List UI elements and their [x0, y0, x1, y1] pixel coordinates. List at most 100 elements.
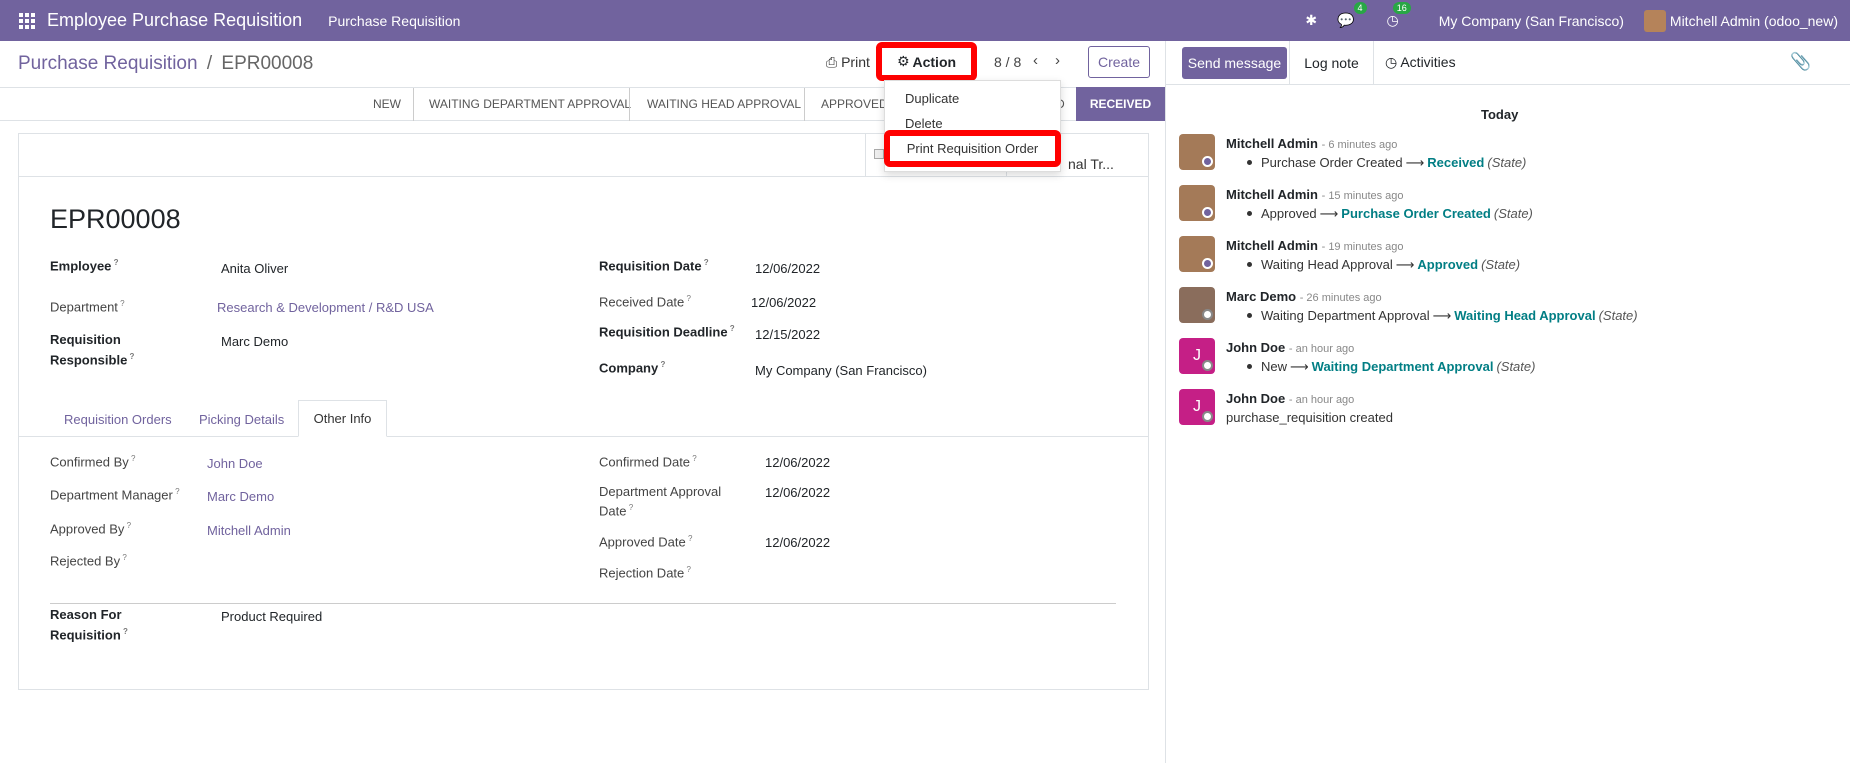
online-status-dot: [1202, 258, 1213, 269]
message-author[interactable]: Mitchell Admin - 19 minutes ago: [1226, 238, 1404, 253]
activities-button[interactable]: ◷ Activities: [1385, 54, 1456, 71]
menu-item-duplicate[interactable]: Duplicate: [905, 91, 959, 106]
message-date: - 15 minutes ago: [1321, 190, 1404, 202]
create-button[interactable]: Create: [1088, 46, 1150, 78]
user-menu[interactable]: Mitchell Admin (odoo_new): [1670, 13, 1838, 29]
section-separator: [50, 603, 1116, 604]
online-status-dot: [1202, 156, 1213, 167]
offline-status-dot: [1202, 309, 1213, 320]
message-author[interactable]: Mitchell Admin - 15 minutes ago: [1226, 187, 1404, 202]
gear-icon: ⚙: [896, 53, 910, 69]
tab-other-info[interactable]: Other Info: [298, 400, 387, 437]
requisition-deadline-field[interactable]: 12/15/2022: [755, 327, 820, 342]
tab-picking-details[interactable]: Picking Details: [199, 412, 284, 427]
print-label: Print: [841, 54, 870, 70]
messages-badge: 4: [1353, 2, 1367, 14]
offline-status-dot: [1202, 411, 1213, 422]
nav-menu-purchase-requisition[interactable]: Purchase Requisition: [328, 13, 460, 29]
approved-by-field[interactable]: Mitchell Admin: [207, 523, 291, 538]
confirmed-by-field[interactable]: John Doe: [207, 456, 263, 471]
action-button[interactable]: ⚙ Action: [876, 42, 977, 81]
requisition-deadline-label: Requisition Deadline ?: [599, 324, 735, 340]
tab-requisition-orders[interactable]: Requisition Orders: [64, 412, 172, 427]
messages-icon[interactable]: 💬 4: [1337, 2, 1367, 29]
requisition-date-label: Requisition Date ?: [599, 258, 709, 274]
company-field[interactable]: My Company (San Francisco): [755, 363, 927, 378]
activities-clock-icon[interactable]: ◷ 16: [1387, 2, 1411, 29]
rejected-by-label: Rejected By ?: [50, 553, 127, 569]
chatter-header-divider: [1166, 84, 1850, 85]
department-approval-date-label: Department Approval: [599, 484, 722, 499]
breadcrumb: Purchase Requisition / EPR00008: [18, 53, 313, 75]
message-tracking-value: New ⟶ Waiting Department Approval (State): [1247, 359, 1535, 375]
clock-icon: ◷: [1385, 54, 1398, 70]
received-date-field[interactable]: 12/06/2022: [751, 295, 816, 310]
employee-field[interactable]: Anita Oliver: [221, 261, 288, 276]
send-message-button[interactable]: Send message: [1182, 47, 1287, 79]
print-icon: ⎙: [826, 54, 838, 70]
confirmed-date-label: Confirmed Date ?: [599, 454, 697, 470]
department-manager-field[interactable]: Marc Demo: [207, 489, 274, 504]
smart-button-label: nal Tr...: [1068, 156, 1114, 172]
requisition-responsible-field[interactable]: Marc Demo: [221, 334, 288, 349]
activities-badge: 16: [1392, 2, 1411, 14]
pager-value[interactable]: 8 / 8: [994, 54, 1021, 70]
status-step-waiting-head-approval[interactable]: WAITING HEAD APPROVAL: [647, 97, 801, 111]
received-date-label: Received Date ?: [599, 294, 691, 310]
reason-for-requisition-label: Reason For: [50, 607, 122, 622]
activities-label: Activities: [1400, 54, 1456, 70]
arrow-right-icon: ⟶: [1405, 155, 1425, 170]
paperclip-icon[interactable]: 📎: [1790, 52, 1811, 72]
status-step-approved[interactable]: APPROVED: [821, 97, 888, 111]
top-navbar: Employee Purchase Requisition Purchase R…: [0, 0, 1850, 41]
message-author[interactable]: John Doe - an hour ago: [1226, 340, 1354, 355]
message-tracking-value: Purchase Order Created ⟶ Received (State): [1247, 155, 1526, 171]
arrow-right-icon: ⟶: [1395, 257, 1415, 272]
smart-button-image-icon: [874, 149, 884, 159]
status-step-waiting-department-approval[interactable]: WAITING DEPARTMENT APPROVAL: [429, 97, 631, 111]
breadcrumb-parent-link[interactable]: Purchase Requisition: [18, 53, 198, 74]
pager-next-icon[interactable]: ›: [1055, 52, 1060, 69]
approved-date-field[interactable]: 12/06/2022: [765, 535, 830, 550]
arrow-right-icon: ⟶: [1432, 308, 1452, 323]
requisition-responsible-label-2: Responsible ?: [50, 352, 135, 368]
message-date: - 19 minutes ago: [1321, 241, 1404, 253]
pager-previous-icon[interactable]: ‹: [1033, 52, 1038, 69]
message-tracking-value: Waiting Head Approval ⟶ Approved (State): [1247, 257, 1520, 273]
message-author[interactable]: Marc Demo - 26 minutes ago: [1226, 289, 1382, 304]
status-step-received[interactable]: RECEIVED: [1076, 87, 1165, 121]
message-tracking-value: Waiting Department Approval ⟶ Waiting Head…: [1247, 308, 1638, 324]
arrow-right-icon: ⟶: [1319, 206, 1339, 221]
message-author[interactable]: Mitchell Admin - 6 minutes ago: [1226, 136, 1397, 151]
apps-menu-icon[interactable]: [19, 12, 35, 29]
department-field[interactable]: Research & Development / R&D USA: [217, 300, 434, 315]
online-status-dot: [1202, 207, 1213, 218]
print-button[interactable]: ⎙ Print: [826, 54, 870, 71]
user-avatar[interactable]: [1643, 9, 1666, 32]
department-approval-date-label-2: Date ?: [599, 503, 634, 519]
message-date: - an hour ago: [1288, 394, 1355, 406]
approved-by-label: Approved By ?: [50, 521, 132, 537]
confirmed-date-field[interactable]: 12/06/2022: [765, 455, 830, 470]
log-note-button[interactable]: Log note: [1289, 41, 1374, 85]
company-label: Company ?: [599, 360, 666, 376]
status-step-new[interactable]: NEW: [373, 97, 401, 111]
department-approval-date-field[interactable]: 12/06/2022: [765, 485, 830, 500]
rejection-date-label: Rejection Date ?: [599, 565, 691, 581]
menu-item-delete[interactable]: Delete: [905, 116, 943, 131]
reason-for-requisition-field[interactable]: Product Required: [221, 609, 322, 624]
requisition-date-field[interactable]: 12/06/2022: [755, 261, 820, 276]
bug-icon[interactable]: ✱: [1305, 12, 1317, 29]
message-body: purchase_requisition created: [1226, 410, 1393, 425]
company-switcher[interactable]: My Company (San Francisco): [1439, 13, 1624, 29]
message-date: - 26 minutes ago: [1299, 292, 1382, 304]
message-tracking-value: Approved ⟶ Purchase Order Created (State): [1247, 206, 1533, 222]
requisition-responsible-label: Requisition: [50, 332, 121, 347]
app-title[interactable]: Employee Purchase Requisition: [47, 10, 302, 31]
menu-item-print-requisition-order[interactable]: Print Requisition Order: [884, 130, 1061, 167]
message-author[interactable]: John Doe - an hour ago: [1226, 391, 1354, 406]
confirmed-by-label: Confirmed By ?: [50, 454, 136, 470]
offline-status-dot: [1202, 360, 1213, 371]
message-date: - an hour ago: [1288, 343, 1355, 355]
breadcrumb-separator: /: [206, 53, 213, 74]
